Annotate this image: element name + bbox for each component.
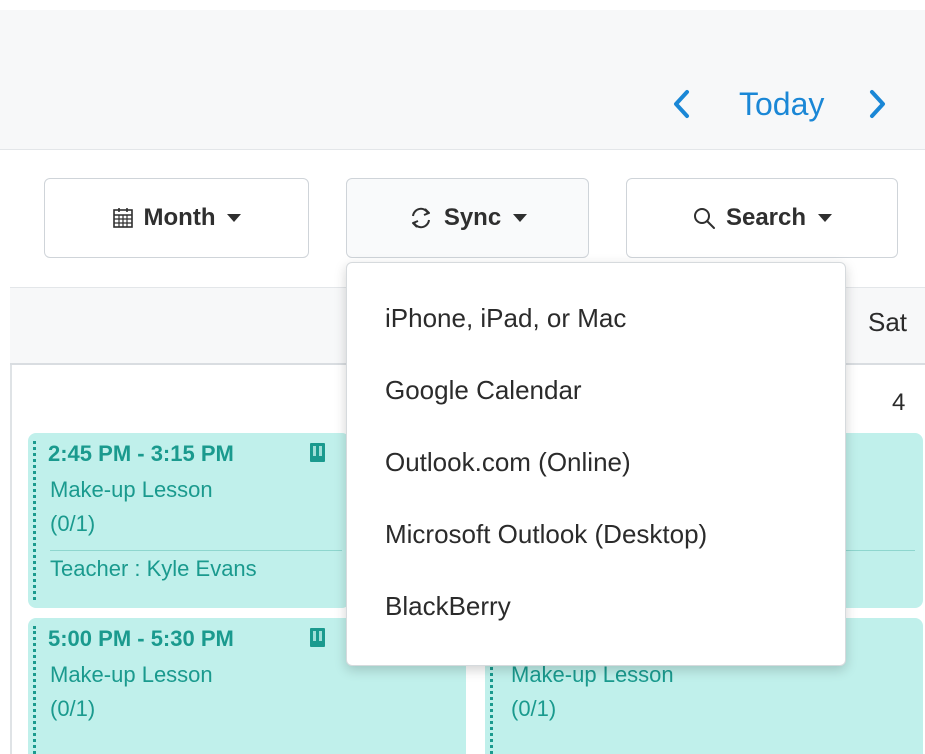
caret-down-icon (227, 214, 242, 222)
month-view-button[interactable]: Month (44, 178, 309, 258)
sync-button-label: Sync (443, 204, 502, 231)
search-icon (692, 206, 716, 230)
weekday-sat: Sat (868, 307, 908, 337)
sync-icon (408, 205, 434, 231)
sync-option-outlook-online[interactable]: Outlook.com (Online) (385, 447, 631, 478)
caret-down-icon (513, 214, 528, 222)
event-time: 5:00 PM - 5:30 PM (48, 626, 234, 651)
building-icon (310, 443, 325, 462)
event-title: Make-up Lesson (50, 477, 213, 502)
event-count: (0/1) (50, 696, 96, 721)
event-title: Make-up Lesson (50, 662, 213, 687)
search-button[interactable]: Search (626, 178, 898, 258)
sync-dropdown-menu: iPhone, iPad, or Mac Google Calendar Out… (346, 262, 846, 666)
month-button-label: Month (143, 204, 216, 231)
search-button-label: Search (725, 204, 807, 231)
chevron-right-icon[interactable] (862, 82, 892, 126)
sync-option-blackberry[interactable]: BlackBerry (385, 591, 511, 622)
grid-border (10, 365, 12, 754)
today-button[interactable]: Today (739, 82, 824, 126)
calendar-header (0, 10, 925, 150)
event-count: (0/1) (50, 511, 96, 536)
event-count: (0/1) (511, 696, 557, 721)
event-time: 2:45 PM - 3:15 PM (48, 441, 234, 466)
chevron-left-icon[interactable] (667, 82, 697, 126)
building-icon (310, 628, 325, 647)
sync-button[interactable]: Sync (346, 178, 589, 258)
calendar-icon (112, 207, 134, 229)
day-number[interactable]: 4 (892, 389, 905, 417)
caret-down-icon (818, 214, 833, 222)
calendar-event[interactable]: 2:45 PM - 3:15 PM Make-up Lesson (0/1) T… (28, 433, 350, 608)
sync-option-outlook-desktop[interactable]: Microsoft Outlook (Desktop) (385, 519, 707, 550)
sync-option-google[interactable]: Google Calendar (385, 375, 582, 406)
sync-option-iphone[interactable]: iPhone, iPad, or Mac (385, 303, 626, 334)
event-divider (50, 550, 342, 551)
event-teacher: Teacher : Kyle Evans (50, 556, 257, 581)
